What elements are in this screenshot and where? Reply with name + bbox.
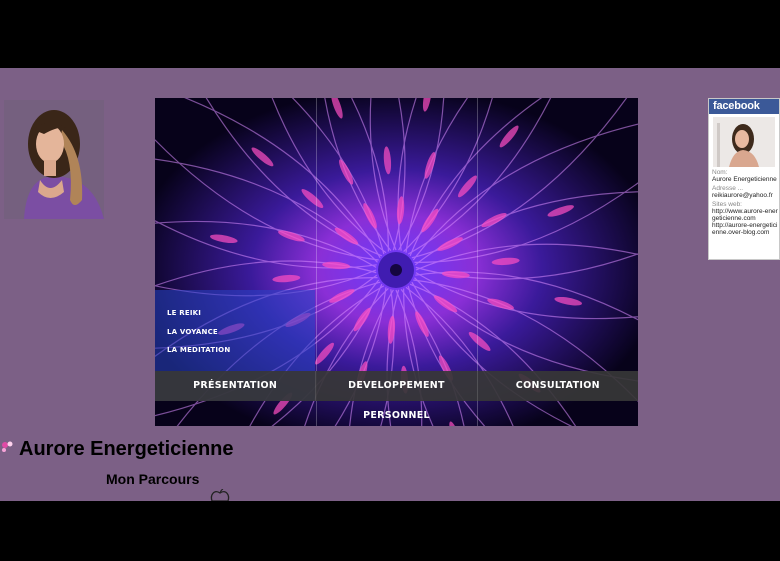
apple-icon — [210, 489, 230, 501]
facebook-profile-badge[interactable]: facebook Nom: Aurore Energeticienne Adre… — [708, 98, 780, 260]
butterfly-icon — [2, 441, 13, 452]
fb-site-link-1-anchor[interactable]: http://www.aurore-energeticienne.com — [712, 208, 778, 222]
profile-photo — [4, 100, 104, 219]
fb-name-label: Nom: — [712, 169, 728, 176]
site-title: Aurore Energeticienne — [19, 438, 234, 460]
fb-address-label: Adresse ... — [712, 185, 744, 192]
menu-item-reiki[interactable]: LE REIKI — [167, 309, 201, 317]
facebook-logo[interactable]: facebook — [709, 99, 779, 114]
nav-developpement-personnel[interactable]: DEVELOPPEMENT PERSONNEL — [315, 371, 476, 421]
menu-item-meditation[interactable]: LA MEDITATION — [167, 346, 230, 354]
main-nav: PRÉSENTATION DEVELOPPEMENT PERSONNEL CON… — [155, 371, 638, 421]
menu-item-voyance[interactable]: LA VOYANCE — [167, 328, 218, 336]
fb-sites-label: Sites web: — [712, 201, 742, 208]
page-body: LE REIKI LA VOYANCE LA MEDITATION PRÉSEN… — [0, 68, 780, 501]
fb-name-value: Aurore Energeticienne — [712, 176, 777, 183]
section-title: Mon Parcours — [106, 471, 200, 487]
fb-site-link-2-anchor[interactable]: http://aurore-energeticienne.over-blog.c… — [712, 222, 777, 236]
header-banner: LE REIKI LA VOYANCE LA MEDITATION PRÉSEN… — [155, 98, 638, 426]
fb-address-value: reikiaurore@yahoo.fr — [712, 192, 773, 199]
fb-site-link-1: http://www.aurore-energeticienne.com — [712, 208, 779, 222]
facebook-profile-photo[interactable] — [713, 117, 775, 167]
nav-presentation[interactable]: PRÉSENTATION — [155, 371, 315, 401]
nav-consultation[interactable]: CONSULTATION — [476, 371, 638, 401]
fb-site-link-2: http://aurore-energeticienne.over-blog.c… — [712, 222, 779, 236]
